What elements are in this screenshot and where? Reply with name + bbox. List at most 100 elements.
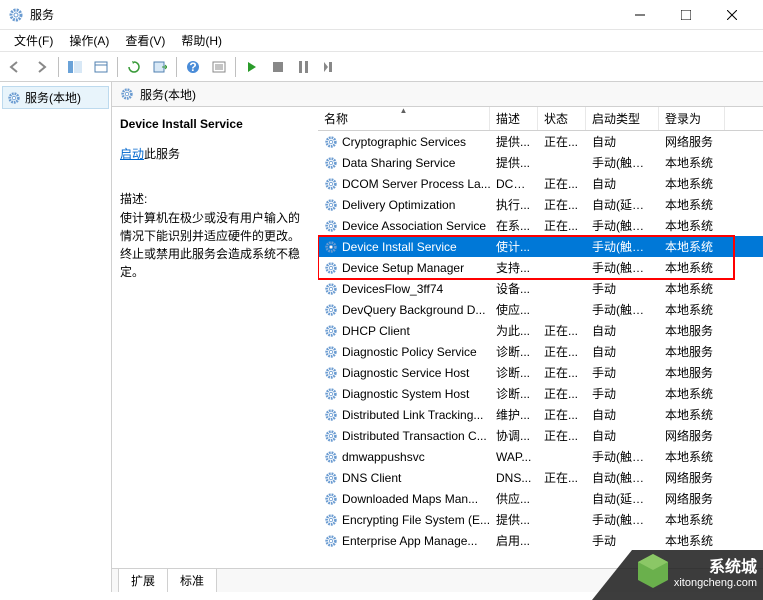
service-desc: 诊断...	[490, 364, 538, 381]
menu-bar: 文件(F) 操作(A) 查看(V) 帮助(H)	[0, 30, 763, 52]
service-logon: 本地系统	[659, 238, 725, 255]
service-row[interactable]: Encrypting File System (E...提供...手动(触发..…	[318, 509, 763, 530]
start-service-button[interactable]	[240, 55, 264, 79]
service-name: Encrypting File System (E...	[342, 513, 490, 527]
service-row[interactable]: Data Sharing Service提供...手动(触发...本地系统	[318, 152, 763, 173]
service-icon	[324, 219, 338, 233]
restart-service-button[interactable]	[318, 55, 342, 79]
service-startup: 手动	[586, 385, 659, 402]
service-startup: 手动(触发...	[586, 448, 659, 465]
export-list-button[interactable]	[148, 55, 172, 79]
service-icon	[324, 324, 338, 338]
service-name: Diagnostic Service Host	[342, 366, 469, 380]
service-row[interactable]: Device Association Service在系...正在...手动(触…	[318, 215, 763, 236]
column-logon-as[interactable]: 登录为	[659, 107, 725, 130]
service-name: Delivery Optimization	[342, 198, 455, 212]
maximize-button[interactable]	[663, 0, 709, 30]
column-name[interactable]: 名称	[318, 107, 490, 130]
service-row[interactable]: Device Setup Manager支持...手动(触发...本地系统	[318, 257, 763, 278]
service-desc: 使应...	[490, 301, 538, 318]
service-logon: 本地系统	[659, 259, 725, 276]
start-service-link[interactable]: 启动	[120, 147, 144, 161]
close-button[interactable]	[709, 0, 755, 30]
service-startup: 自动	[586, 133, 659, 150]
refresh-button[interactable]	[122, 55, 146, 79]
service-row[interactable]: Diagnostic System Host诊断...正在...手动本地系统	[318, 383, 763, 404]
menu-file[interactable]: 文件(F)	[6, 30, 61, 51]
tab-standard[interactable]: 标准	[167, 569, 217, 592]
service-row[interactable]: Diagnostic Policy Service诊断...正在...自动本地服…	[318, 341, 763, 362]
pause-service-button[interactable]	[292, 55, 316, 79]
service-row[interactable]: dmwappushsvcWAP...手动(触发...本地系统	[318, 446, 763, 467]
services-icon	[8, 7, 24, 23]
properties-button[interactable]	[207, 55, 231, 79]
menu-action[interactable]: 操作(A)	[61, 30, 117, 51]
service-name: Distributed Link Tracking...	[342, 408, 483, 422]
service-icon	[324, 366, 338, 380]
stop-service-button[interactable]	[266, 55, 290, 79]
column-status[interactable]: 状态	[538, 107, 586, 130]
service-title: Device Install Service	[120, 117, 310, 131]
service-startup: 自动(触发...	[586, 469, 659, 486]
help-button[interactable]: ?	[181, 55, 205, 79]
service-status: 正在...	[538, 175, 586, 192]
service-logon: 本地系统	[659, 385, 725, 402]
service-logon: 本地服务	[659, 343, 725, 360]
service-row[interactable]: Enterprise App Manage...启用...手动本地系统	[318, 530, 763, 551]
service-name: Diagnostic Policy Service	[342, 345, 477, 359]
svg-text:?: ?	[189, 60, 196, 74]
service-startup: 手动(触发...	[586, 154, 659, 171]
service-icon	[324, 450, 338, 464]
export-button[interactable]	[89, 55, 113, 79]
service-desc: DNS...	[490, 471, 538, 485]
forward-button[interactable]	[30, 55, 54, 79]
service-name: DHCP Client	[342, 324, 410, 338]
tab-extended[interactable]: 扩展	[118, 569, 168, 592]
service-row[interactable]: Distributed Transaction C...协调...正在...自动…	[318, 425, 763, 446]
tree-item-label: 服务(本地)	[25, 89, 81, 106]
service-row[interactable]: Device Install Service使计...手动(触发...本地系统	[318, 236, 763, 257]
service-logon: 本地系统	[659, 196, 725, 213]
service-logon: 本地服务	[659, 322, 725, 339]
service-row[interactable]: DevicesFlow_3ff74设备...手动本地系统	[318, 278, 763, 299]
show-hide-tree-button[interactable]	[63, 55, 87, 79]
service-icon	[324, 492, 338, 506]
service-name: Cryptographic Services	[342, 135, 466, 149]
service-logon: 网络服务	[659, 490, 725, 507]
service-row[interactable]: Cryptographic Services提供...正在...自动网络服务	[318, 131, 763, 152]
service-row[interactable]: DevQuery Background D...使应...手动(触发...本地系…	[318, 299, 763, 320]
service-row[interactable]: DHCP Client为此...正在...自动本地服务	[318, 320, 763, 341]
menu-view[interactable]: 查看(V)	[117, 30, 173, 51]
service-name: Diagnostic System Host	[342, 387, 469, 401]
tree-item-services-local[interactable]: 服务(本地)	[2, 86, 109, 109]
back-button[interactable]	[4, 55, 28, 79]
menu-help[interactable]: 帮助(H)	[173, 30, 230, 51]
service-startup: 自动(延迟...	[586, 196, 659, 213]
service-icon	[324, 135, 338, 149]
service-desc: 提供...	[490, 511, 538, 528]
minimize-button[interactable]	[617, 0, 663, 30]
service-desc: 提供...	[490, 154, 538, 171]
service-row[interactable]: DNS ClientDNS...正在...自动(触发...网络服务	[318, 467, 763, 488]
service-row[interactable]: Distributed Link Tracking...维护...正在...自动…	[318, 404, 763, 425]
service-logon: 本地系统	[659, 448, 725, 465]
service-startup: 自动	[586, 322, 659, 339]
service-status: 正在...	[538, 364, 586, 381]
service-desc: 提供...	[490, 133, 538, 150]
service-row[interactable]: Diagnostic Service Host诊断...正在...手动本地服务	[318, 362, 763, 383]
service-row[interactable]: DCOM Server Process La...DCO...正在...自动本地…	[318, 173, 763, 194]
service-desc: WAP...	[490, 450, 538, 464]
column-startup-type[interactable]: 启动类型	[586, 107, 659, 130]
service-icon	[324, 471, 338, 485]
service-name: Device Install Service	[342, 240, 457, 254]
column-description[interactable]: 描述	[490, 107, 538, 130]
service-startup: 手动	[586, 280, 659, 297]
service-row[interactable]: Downloaded Maps Man...供应...自动(延迟...网络服务	[318, 488, 763, 509]
service-startup: 手动(触发...	[586, 301, 659, 318]
service-logon: 本地系统	[659, 154, 725, 171]
content-header-label: 服务(本地)	[140, 86, 196, 103]
service-logon: 本地系统	[659, 511, 725, 528]
service-row[interactable]: Delivery Optimization执行...正在...自动(延迟...本…	[318, 194, 763, 215]
service-desc: 诊断...	[490, 385, 538, 402]
service-logon: 本地系统	[659, 301, 725, 318]
